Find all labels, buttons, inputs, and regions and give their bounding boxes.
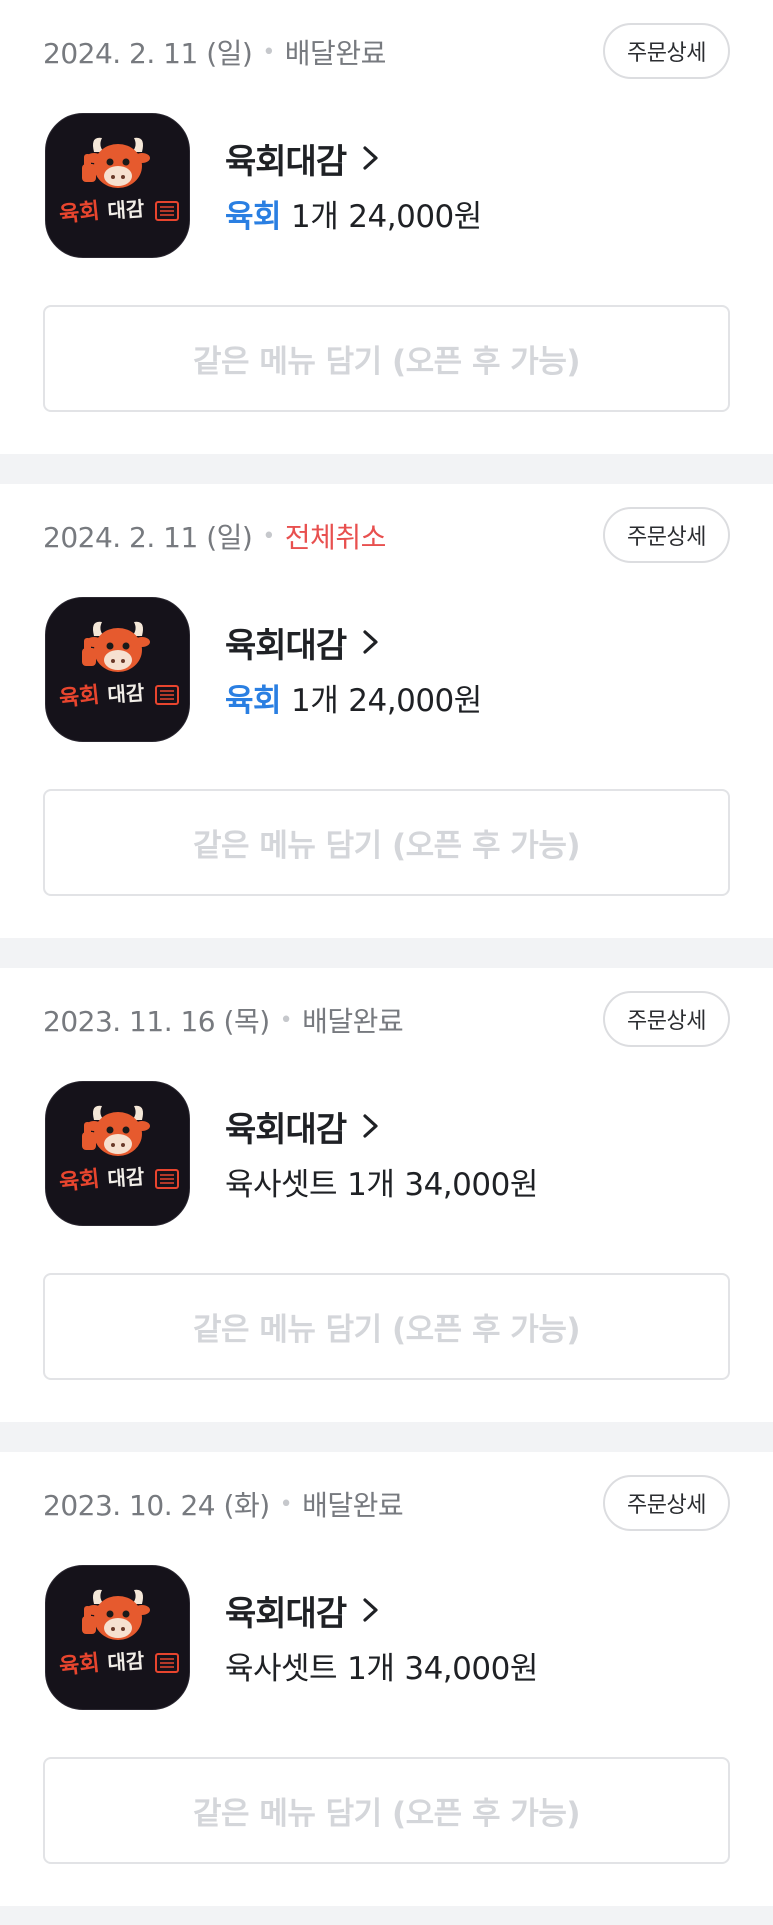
menu-name: 육사셋트 xyxy=(225,1166,338,1203)
order-detail-button[interactable]: 주문상세 xyxy=(603,1475,730,1531)
store-name: 육회대감 xyxy=(225,141,347,182)
store-info: 육회대감 육사셋트 1개 34,000원 xyxy=(225,1102,538,1203)
menu-quantity: 1개 xyxy=(291,198,339,235)
section-divider xyxy=(0,1906,773,1925)
svg-text:육회: 육회 xyxy=(58,199,101,228)
store-link[interactable]: 육회대감 xyxy=(225,1102,538,1150)
separator-dot-icon: • xyxy=(279,1491,293,1517)
svg-text:대감: 대감 xyxy=(107,1164,146,1191)
reorder-same-menu-button[interactable]: 같은 메뉴 담기 (오픈 후 가능) xyxy=(43,1273,730,1380)
reorder-same-menu-button[interactable]: 같은 메뉴 담기 (오픈 후 가능) xyxy=(43,789,730,896)
order-date: 2024. 2. 11 (일) xyxy=(43,37,253,70)
order-header: 2024. 2. 11 (일) • 전체취소 xyxy=(43,513,386,559)
order-status: 배달완료 xyxy=(302,1489,404,1522)
menu-name: 육회 xyxy=(225,682,282,719)
menu-quantity: 1개 xyxy=(347,1166,395,1203)
order-detail-button[interactable]: 주문상세 xyxy=(603,991,730,1047)
bull-mascot-icon: 육회 대감 xyxy=(58,1589,179,1680)
order-date: 2024. 2. 11 (일) xyxy=(43,521,253,554)
menu-price: 24,000원 xyxy=(348,682,482,719)
store-link[interactable]: 육회대감 xyxy=(225,1586,538,1634)
order-status: 배달완료 xyxy=(284,37,387,70)
order-card: 2023. 11. 16 (목) • 배달완료 주문상세 육회 대감 육회대감 … xyxy=(0,968,773,1422)
store-logo[interactable]: 육회 대감 xyxy=(45,1081,190,1226)
order-header: 2024. 2. 11 (일) • 배달완료 xyxy=(43,29,386,75)
order-card: 2024. 2. 11 (일) • 전체취소 주문상세 육회 대감 육회대감 육… xyxy=(0,484,773,938)
menu-price: 24,000원 xyxy=(348,198,482,235)
menu-quantity: 1개 xyxy=(291,682,339,719)
menu-summary: 육회 1개 24,000원 xyxy=(225,675,482,719)
separator-dot-icon: • xyxy=(279,1007,293,1033)
bull-mascot-icon: 육회 대감 xyxy=(58,621,179,712)
store-info: 육회대감 육회 1개 24,000원 xyxy=(225,618,482,719)
store-name: 육회대감 xyxy=(225,625,347,666)
store-logo[interactable]: 육회 대감 xyxy=(45,113,190,258)
store-link[interactable]: 육회대감 xyxy=(225,618,482,666)
separator-dot-icon: • xyxy=(262,523,275,549)
order-date: 2023. 10. 24 (화) xyxy=(43,1489,270,1522)
svg-text:육회: 육회 xyxy=(58,1651,101,1680)
chevron-right-icon xyxy=(363,1598,378,1622)
separator-dot-icon: • xyxy=(262,39,275,65)
section-divider xyxy=(0,454,773,484)
store-logo[interactable]: 육회 대감 xyxy=(45,597,190,742)
order-card: 2023. 10. 24 (화) • 배달완료 주문상세 육회 대감 육회대감 … xyxy=(0,1452,773,1906)
bull-mascot-icon: 육회 대감 xyxy=(58,1105,179,1196)
store-name: 육회대감 xyxy=(225,1109,347,1150)
reorder-same-menu-button[interactable]: 같은 메뉴 담기 (오픈 후 가능) xyxy=(43,1757,730,1864)
order-date: 2023. 11. 16 (목) xyxy=(43,1005,270,1038)
svg-text:대감: 대감 xyxy=(107,680,146,707)
chevron-right-icon xyxy=(363,146,378,170)
order-header: 2023. 10. 24 (화) • 배달완료 xyxy=(43,1481,404,1527)
section-divider xyxy=(0,938,773,968)
order-header: 2023. 11. 16 (목) • 배달완료 xyxy=(43,997,404,1043)
menu-summary: 육사셋트 1개 34,000원 xyxy=(225,1643,538,1687)
svg-text:대감: 대감 xyxy=(107,1648,146,1675)
svg-text:대감: 대감 xyxy=(107,196,146,223)
menu-quantity: 1개 xyxy=(347,1650,395,1687)
menu-summary: 육사셋트 1개 34,000원 xyxy=(225,1159,538,1203)
order-status: 전체취소 xyxy=(284,521,387,554)
chevron-right-icon xyxy=(363,1114,378,1138)
menu-name: 육회 xyxy=(225,198,282,235)
order-detail-button[interactable]: 주문상세 xyxy=(603,507,730,563)
section-divider xyxy=(0,1422,773,1452)
order-history-list: 2024. 2. 11 (일) • 배달완료 주문상세 육회 대감 육회대감 육… xyxy=(0,0,773,1925)
order-detail-button[interactable]: 주문상세 xyxy=(603,23,730,79)
reorder-same-menu-button[interactable]: 같은 메뉴 담기 (오픈 후 가능) xyxy=(43,305,730,412)
store-name: 육회대감 xyxy=(225,1593,347,1634)
menu-name: 육사셋트 xyxy=(225,1650,338,1687)
order-card: 2024. 2. 11 (일) • 배달완료 주문상세 육회 대감 육회대감 육… xyxy=(0,0,773,454)
menu-price: 34,000원 xyxy=(404,1650,538,1687)
store-logo[interactable]: 육회 대감 xyxy=(45,1565,190,1710)
menu-price: 34,000원 xyxy=(404,1166,538,1203)
svg-text:육회: 육회 xyxy=(58,683,101,712)
store-info: 육회대감 육회 1개 24,000원 xyxy=(225,134,482,235)
chevron-right-icon xyxy=(363,630,378,654)
store-info: 육회대감 육사셋트 1개 34,000원 xyxy=(225,1586,538,1687)
svg-text:육회: 육회 xyxy=(58,1167,101,1196)
order-status: 배달완료 xyxy=(302,1005,404,1038)
store-link[interactable]: 육회대감 xyxy=(225,134,482,182)
menu-summary: 육회 1개 24,000원 xyxy=(225,191,482,235)
bull-mascot-icon: 육회 대감 xyxy=(58,137,179,228)
